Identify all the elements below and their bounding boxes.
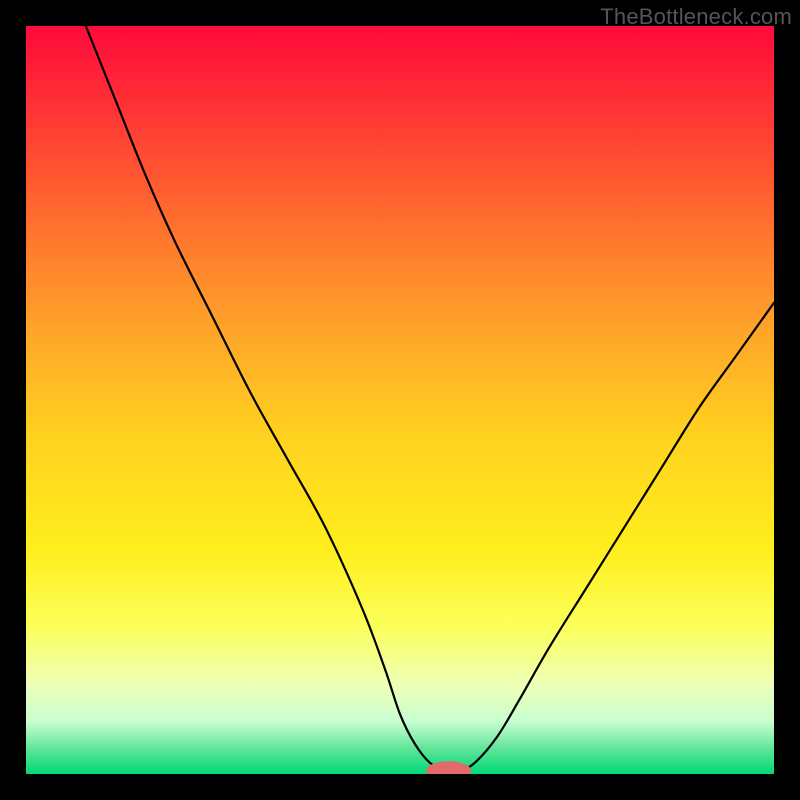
gradient-background — [26, 26, 774, 774]
plot-area — [26, 26, 774, 774]
chart-frame: TheBottleneck.com — [0, 0, 800, 800]
watermark-text: TheBottleneck.com — [600, 4, 792, 30]
